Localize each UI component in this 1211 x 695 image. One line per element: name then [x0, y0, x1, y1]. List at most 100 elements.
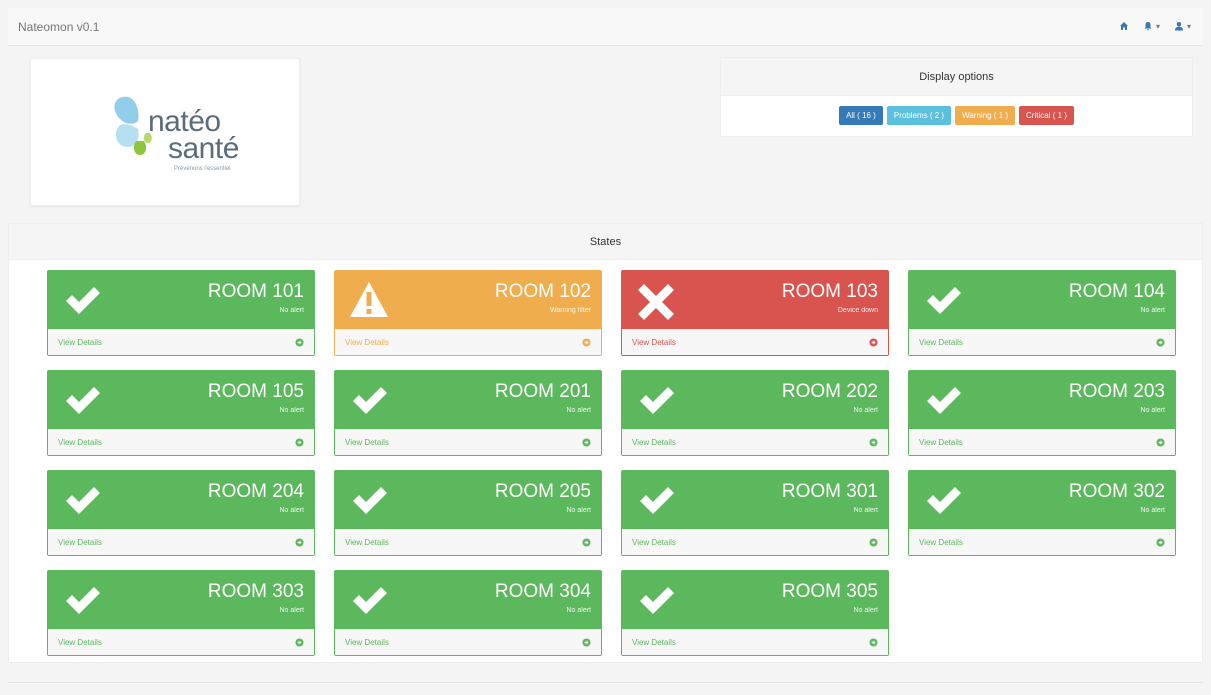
room-card-header: ROOM 101 No alert [48, 271, 314, 329]
filter-problems-button[interactable]: Problems ( 2 ) [886, 106, 952, 125]
room-card: ROOM 105 No alert View Details [47, 370, 315, 456]
room-name: ROOM 303 [207, 581, 304, 602]
room-status: No alert [853, 607, 878, 614]
view-details-link[interactable]: View Details [622, 429, 888, 455]
room-card-header: ROOM 103 Device down [622, 271, 888, 329]
room-name: ROOM 204 [207, 481, 304, 502]
check-icon [640, 587, 674, 614]
arrow-circle-right-icon [869, 538, 878, 547]
view-details-link[interactable]: View Details [48, 629, 314, 655]
room-status: No alert [853, 507, 878, 514]
view-details-label: View Details [632, 638, 676, 647]
view-details-label: View Details [345, 338, 389, 347]
room-card: ROOM 201 No alert View Details [334, 370, 602, 456]
nateo-sante-logo: natéo santé Prévenons l'essentiel [106, 89, 256, 179]
room-status: Device down [837, 307, 878, 314]
room-name: ROOM 205 [494, 481, 591, 502]
view-details-link[interactable]: View Details [48, 329, 314, 355]
check-icon [66, 587, 100, 614]
room-card: ROOM 304 No alert View Details [334, 570, 602, 656]
room-status: No alert [279, 407, 304, 414]
view-details-label: View Details [919, 538, 963, 547]
room-name: ROOM 302 [1068, 481, 1165, 502]
room-status: No alert [1140, 307, 1165, 314]
room-status: No alert [566, 507, 591, 514]
view-details-link[interactable]: View Details [335, 429, 601, 455]
arrow-circle-right-icon [582, 638, 591, 647]
chevron-down-icon: ▾ [1155, 21, 1160, 31]
arrow-circle-right-icon [295, 438, 304, 447]
room-card-header: ROOM 302 No alert [909, 471, 1175, 529]
view-details-link[interactable]: View Details [335, 329, 601, 355]
check-icon [66, 387, 100, 414]
room-card: ROOM 205 No alert View Details [334, 470, 602, 556]
arrow-circle-right-icon [295, 338, 304, 347]
room-status: No alert [279, 507, 304, 514]
filter-critical-button[interactable]: Critical ( 1 ) [1019, 106, 1074, 125]
view-details-link[interactable]: View Details [335, 529, 601, 555]
room-name: ROOM 201 [494, 381, 591, 402]
warning-icon [350, 282, 388, 317]
check-icon [927, 387, 961, 414]
arrow-circle-right-icon [582, 438, 591, 447]
view-details-label: View Details [632, 338, 676, 347]
notification-icon [1144, 22, 1152, 31]
logo-word-sante: santé [168, 132, 239, 165]
view-details-link[interactable]: View Details [622, 529, 888, 555]
arrow-circle-right-icon [869, 638, 878, 647]
view-details-label: View Details [345, 638, 389, 647]
check-icon [66, 487, 100, 514]
view-details-label: View Details [58, 338, 102, 347]
room-name: ROOM 203 [1068, 381, 1165, 402]
view-details-link[interactable]: View Details [909, 529, 1175, 555]
check-icon [927, 487, 961, 514]
view-details-label: View Details [919, 438, 963, 447]
view-details-label: View Details [58, 438, 102, 447]
room-card: ROOM 102 Warning filter View Details [334, 270, 602, 356]
logo-tagline: Prévenons l'essentiel [174, 166, 231, 172]
close-icon [638, 284, 674, 320]
room-status: No alert [566, 407, 591, 414]
view-details-link[interactable]: View Details [48, 429, 314, 455]
user-dropdown[interactable]: ▾ [1174, 21, 1191, 31]
room-status: No alert [566, 607, 591, 614]
chevron-down-icon: ▾ [1186, 21, 1191, 31]
display-options-panel: Display options All ( 16 ) Problems ( 2 … [720, 57, 1193, 137]
home-button[interactable] [1119, 21, 1129, 31]
room-card-header: ROOM 303 No alert [48, 571, 314, 629]
view-details-link[interactable]: View Details [335, 629, 601, 655]
room-name: ROOM 301 [781, 481, 878, 502]
view-details-label: View Details [632, 438, 676, 447]
arrow-circle-right-icon [295, 638, 304, 647]
view-details-label: View Details [632, 538, 676, 547]
view-details-link[interactable]: View Details [909, 429, 1175, 455]
filter-buttons: All ( 16 ) Problems ( 2 ) Warning ( 1 ) … [721, 106, 1192, 125]
room-card: ROOM 302 No alert View Details [908, 470, 1176, 556]
filter-all-button[interactable]: All ( 16 ) [839, 106, 883, 125]
room-name: ROOM 304 [494, 581, 591, 602]
view-details-label: View Details [345, 538, 389, 547]
check-icon [640, 387, 674, 414]
arrow-circle-right-icon [582, 338, 591, 347]
arrow-circle-right-icon [1156, 438, 1165, 447]
room-card-header: ROOM 201 No alert [335, 371, 601, 429]
room-card: ROOM 305 No alert View Details [621, 570, 889, 656]
view-details-link[interactable]: View Details [622, 329, 888, 355]
room-card-header: ROOM 102 Warning filter [335, 271, 601, 329]
room-status: No alert [853, 407, 878, 414]
room-grid: ROOM 101 No alert View Details ROOM 102 Warn… [47, 270, 1176, 656]
room-card: ROOM 203 No alert View Details [908, 370, 1176, 456]
room-status: No alert [279, 307, 304, 314]
view-details-link[interactable]: View Details [48, 529, 314, 555]
filter-warning-button[interactable]: Warning ( 1 ) [955, 106, 1016, 125]
check-icon [353, 487, 387, 514]
room-card: ROOM 103 Device down View Details [621, 270, 889, 356]
view-details-link[interactable]: View Details [909, 329, 1175, 355]
arrow-circle-right-icon [1156, 538, 1165, 547]
notifications-dropdown[interactable]: ▾ [1143, 21, 1160, 31]
app-brand[interactable]: Nateomon v0.1 [18, 20, 99, 34]
view-details-link[interactable]: View Details [622, 629, 888, 655]
check-icon [353, 587, 387, 614]
room-name: ROOM 104 [1068, 281, 1165, 302]
room-card-header: ROOM 105 No alert [48, 371, 314, 429]
